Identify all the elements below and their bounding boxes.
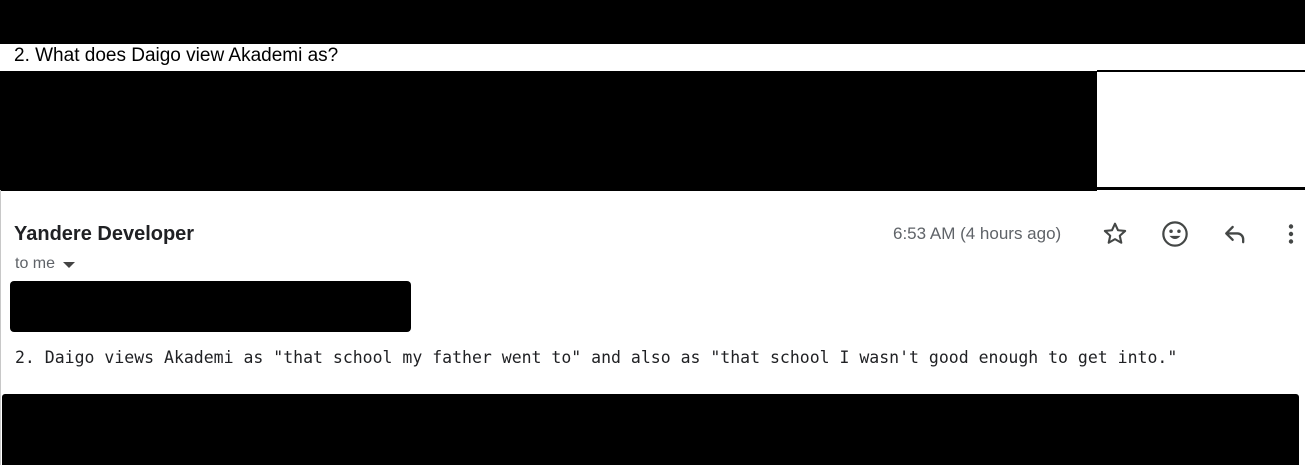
recipient-label: to me xyxy=(15,255,56,272)
more-options-button[interactable] xyxy=(1277,216,1305,252)
chevron-down-icon[interactable] xyxy=(63,261,76,268)
add-reaction-button[interactable] xyxy=(1157,216,1193,252)
star-icon xyxy=(1103,222,1127,244)
divider-line-bottom xyxy=(1097,187,1305,190)
quoted-question-text: 2. What does Daigo view Akademi as? xyxy=(14,45,339,66)
email-thread-screenshot: 2. What does Daigo view Akademi as? Yand… xyxy=(0,0,1305,465)
smiley-icon xyxy=(1162,221,1188,247)
sender-name[interactable]: Yandere Developer xyxy=(14,220,194,248)
reply-button[interactable] xyxy=(1217,216,1253,252)
star-button[interactable] xyxy=(1097,216,1133,252)
redacted-header-block xyxy=(0,0,1305,44)
redacted-content-block xyxy=(0,71,1097,191)
message-left-border xyxy=(0,190,1,465)
message-timestamp[interactable]: 6:53 AM (4 hours ago) xyxy=(893,222,1061,246)
message-body-text: 2. Daigo views Akademi as "that school m… xyxy=(15,348,1178,367)
recipient-details-toggle[interactable]: to me xyxy=(15,254,76,274)
reply-icon xyxy=(1225,225,1245,244)
vertical-dots-icon xyxy=(1288,224,1294,244)
divider-line-top xyxy=(1097,70,1305,72)
redacted-footer-block xyxy=(2,394,1299,465)
redacted-greeting-block xyxy=(10,281,411,332)
